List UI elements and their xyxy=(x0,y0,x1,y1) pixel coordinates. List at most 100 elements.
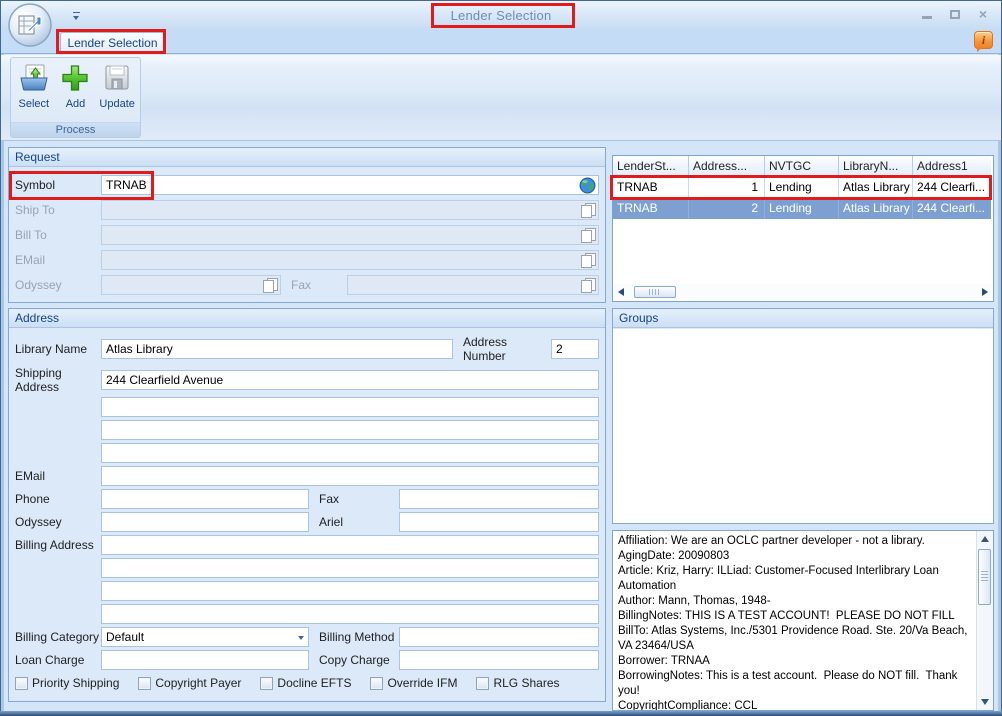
grid-cell[interactable]: TRNAB xyxy=(613,177,689,198)
request-email-input xyxy=(101,250,599,270)
column-header-nvtgc[interactable]: NVTGC xyxy=(765,156,839,177)
ribbon: Select Add xyxy=(1,55,1001,141)
tab-lender-selection[interactable]: Lender Selection xyxy=(60,32,165,54)
billing-method-input[interactable] xyxy=(399,627,599,647)
billing-address-input-4[interactable] xyxy=(101,604,599,624)
chevron-down-icon xyxy=(298,636,304,640)
grid-cell[interactable]: 244 Clearfi... xyxy=(913,198,991,219)
checkbox-rlg-shares[interactable]: RLG Shares xyxy=(476,676,559,690)
grid-row-1[interactable]: TRNAB 1 Lending Atlas Library 244 Clearf… xyxy=(613,177,993,198)
column-header-libraryname[interactable]: LibraryN... xyxy=(839,156,913,177)
title-bar: Lender Selection × xyxy=(1,1,1001,30)
groups-list[interactable] xyxy=(613,329,993,523)
shipping-address-input-1[interactable]: 244 Clearfield Avenue xyxy=(101,370,599,390)
save-disk-icon xyxy=(101,62,133,94)
library-name-input[interactable]: Atlas Library xyxy=(101,339,453,359)
detail-line: BillTo: Atlas Systems, Inc./5301 Provide… xyxy=(618,624,974,654)
phone-label: Phone xyxy=(15,492,101,506)
ariel-input[interactable] xyxy=(399,512,599,532)
loan-charge-label: Loan Charge xyxy=(15,653,101,667)
minimize-button[interactable] xyxy=(921,8,933,20)
grid-cell[interactable]: Atlas Library xyxy=(839,198,913,219)
grid-horizontal-scrollbar[interactable] xyxy=(614,284,992,299)
copy-icon xyxy=(581,228,596,243)
grid-cell[interactable]: 244 Clearfi... xyxy=(913,177,991,198)
add-button-label: Add xyxy=(66,98,86,110)
billing-address-input-3[interactable] xyxy=(101,581,599,601)
checkbox-icon xyxy=(476,677,489,690)
details-vertical-scrollbar[interactable] xyxy=(976,531,993,710)
scroll-down-arrow-icon[interactable] xyxy=(981,699,989,705)
phone-input[interactable] xyxy=(101,489,309,509)
add-plus-icon xyxy=(59,62,91,94)
library-name-label: Library Name xyxy=(15,342,101,356)
checkbox-override-ifm[interactable]: Override IFM xyxy=(370,676,457,690)
close-button[interactable]: × xyxy=(977,8,989,20)
update-button[interactable]: Update xyxy=(97,61,138,123)
shipping-address-input-3[interactable] xyxy=(101,420,599,440)
email-input[interactable] xyxy=(101,466,599,486)
column-header-address1[interactable]: Address1 xyxy=(913,156,991,177)
copy-icon xyxy=(581,203,596,218)
address-number-input[interactable]: 2 xyxy=(551,339,599,359)
help-icon[interactable]: i xyxy=(974,31,993,49)
globe-icon[interactable] xyxy=(579,177,596,194)
request-fax-input xyxy=(347,275,599,295)
application-orb-icon xyxy=(7,2,53,48)
grid-row-2-selected[interactable]: TRNAB 2 Lending Atlas Library 244 Clearf… xyxy=(613,198,993,219)
billing-category-select[interactable]: Default xyxy=(101,627,309,647)
ship-to-label: Ship To xyxy=(15,203,101,217)
column-header-addressnumber[interactable]: Address... xyxy=(689,156,765,177)
shipping-address-input-4[interactable] xyxy=(101,443,599,463)
fax-input[interactable] xyxy=(399,489,599,509)
loan-charge-input[interactable] xyxy=(101,650,309,670)
symbol-input[interactable]: TRNAB xyxy=(101,175,599,195)
email-label: EMail xyxy=(15,469,101,483)
billing-method-label: Billing Method xyxy=(319,630,399,644)
scroll-right-arrow-icon[interactable] xyxy=(982,288,988,296)
detail-line: Affiliation: We are an OCLC partner deve… xyxy=(618,534,974,549)
maximize-icon xyxy=(950,10,960,19)
detail-line: Borrower: TRNAA xyxy=(618,654,974,669)
grid-cell[interactable]: Lending xyxy=(765,177,839,198)
groups-panel-header: Groups xyxy=(613,309,993,328)
scrollbar-thumb[interactable] xyxy=(634,286,676,298)
grid-cell[interactable]: 2 xyxy=(689,198,765,219)
folder-select-icon xyxy=(18,62,50,94)
copy-icon xyxy=(581,278,596,293)
close-icon: × xyxy=(979,8,987,20)
lender-details-panel: Affiliation: We are an OCLC partner deve… xyxy=(612,530,994,711)
quick-access-toolbar-dropdown[interactable] xyxy=(72,12,81,21)
maximize-button[interactable] xyxy=(949,8,961,20)
request-panel-header: Request xyxy=(9,148,605,167)
grid-cell[interactable]: 1 xyxy=(689,177,765,198)
billing-category-label: Billing Category xyxy=(15,630,101,644)
billing-address-label: Billing Address xyxy=(15,538,101,552)
window-title: Lender Selection xyxy=(1,8,1001,23)
add-button[interactable]: Add xyxy=(55,61,96,123)
scroll-up-arrow-icon[interactable] xyxy=(981,536,989,542)
checkbox-copyright-payer[interactable]: Copyright Payer xyxy=(138,676,241,690)
grid-cell[interactable]: TRNAB xyxy=(613,198,689,219)
checkbox-docline-efts[interactable]: Docline EFTS xyxy=(260,676,351,690)
ribbon-group-process: Select Add xyxy=(10,57,141,138)
request-email-label: EMail xyxy=(15,253,101,267)
scrollbar-thumb[interactable] xyxy=(978,549,991,605)
address-panel-header: Address xyxy=(9,309,605,328)
grid-cell[interactable]: Atlas Library xyxy=(839,177,913,198)
copy-icon xyxy=(263,278,278,293)
application-menu-button[interactable] xyxy=(7,2,53,48)
select-button[interactable]: Select xyxy=(13,61,54,123)
checkbox-priority-shipping[interactable]: Priority Shipping xyxy=(15,676,119,690)
grid-cell[interactable]: Lending xyxy=(765,198,839,219)
column-header-lenderstring[interactable]: LenderSt... xyxy=(613,156,689,177)
billing-address-input-2[interactable] xyxy=(101,558,599,578)
groups-panel: Groups xyxy=(612,308,994,524)
shipping-address-input-2[interactable] xyxy=(101,397,599,417)
billing-address-input-1[interactable] xyxy=(101,535,599,555)
copy-charge-input[interactable] xyxy=(399,650,599,670)
odyssey-input[interactable] xyxy=(101,512,309,532)
address-panel: Address Library Name Atlas Library Addre… xyxy=(8,308,606,702)
minimize-icon xyxy=(922,16,932,19)
scroll-left-arrow-icon[interactable] xyxy=(618,288,624,296)
